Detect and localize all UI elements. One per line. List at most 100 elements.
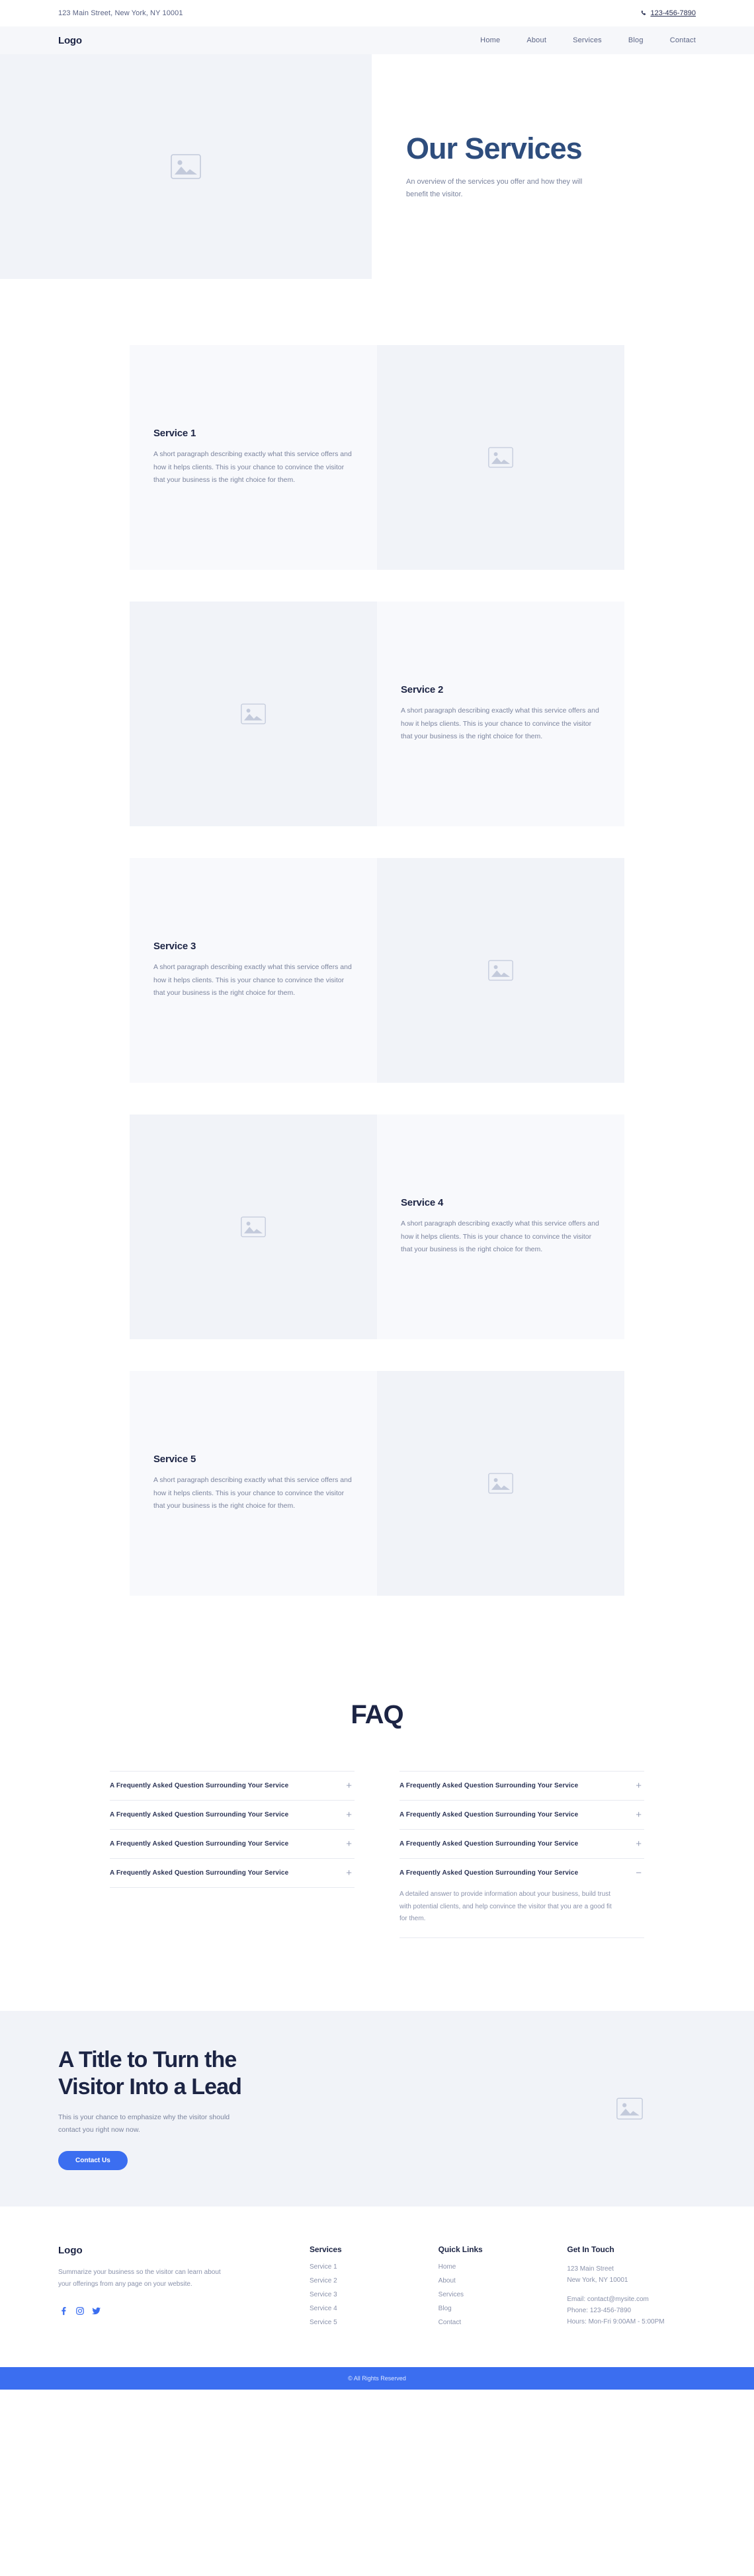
cta-heading: A Title to Turn the Visitor Into a Lead: [58, 2047, 564, 2101]
image-placeholder-icon: [488, 960, 513, 981]
service-row: Service 4 A short paragraph describing e…: [130, 1114, 624, 1339]
service-text-panel: Service 3 A short paragraph describing e…: [130, 858, 377, 1083]
footer-link-blog[interactable]: Blog: [439, 2305, 567, 2312]
footer-link-service-1[interactable]: Service 1: [310, 2263, 439, 2271]
service-title: Service 2: [401, 684, 444, 696]
hero-image: [0, 54, 372, 279]
hero-section: Our Services An overview of the services…: [0, 54, 754, 279]
faq-question-toggle[interactable]: A Frequently Asked Question Surrounding …: [110, 1801, 355, 1829]
footer-link-services[interactable]: Services: [439, 2291, 567, 2298]
footer-email[interactable]: Email: contact@mysite.com: [567, 2294, 696, 2305]
faq-question-toggle[interactable]: A Frequently Asked Question Surrounding …: [399, 1772, 644, 1800]
service-text-panel: Service 2 A short paragraph describing e…: [377, 602, 624, 826]
footer-social-links: [58, 2306, 310, 2316]
footer-link-service-5[interactable]: Service 5: [310, 2319, 439, 2326]
faq-question-text: A Frequently Asked Question Surrounding …: [399, 1840, 579, 1848]
faq-heading: FAQ: [351, 1700, 403, 1729]
service-text-panel: Service 4 A short paragraph describing e…: [377, 1114, 624, 1339]
service-row: Service 3 A short paragraph describing e…: [130, 858, 624, 1083]
footer-phone[interactable]: Phone: 123-456-7890: [567, 2305, 696, 2316]
faq-item: A Frequently Asked Question Surrounding …: [399, 1771, 644, 1801]
faq-item: A Frequently Asked Question Surrounding …: [110, 1859, 355, 1888]
service-row: Service 1 A short paragraph describing e…: [130, 345, 624, 570]
footer-logo: Logo: [58, 2244, 83, 2256]
service-image: [377, 345, 624, 570]
site-logo[interactable]: Logo: [58, 35, 82, 46]
footer-link-contact[interactable]: Contact: [439, 2319, 567, 2326]
cta-section: A Title to Turn the Visitor Into a Lead …: [0, 2010, 754, 2206]
service-title: Service 5: [153, 1454, 196, 1465]
service-description: A short paragraph describing exactly wha…: [153, 450, 352, 485]
footer-link-service-4[interactable]: Service 4: [310, 2305, 439, 2312]
footer-link-service-2[interactable]: Service 2: [310, 2277, 439, 2284]
faq-question-text: A Frequently Asked Question Surrounding …: [399, 1811, 579, 1818]
twitter-icon[interactable]: [91, 2306, 102, 2316]
cta-image: [564, 2097, 696, 2120]
image-placeholder-icon: [171, 154, 201, 179]
footer-hours: Hours: Mon-Fri 9:00AM - 5:00PM: [567, 2318, 665, 2325]
faq-item: A Frequently Asked Question Surrounding …: [399, 1801, 644, 1830]
faq-item: A Frequently Asked Question Surrounding …: [399, 1830, 644, 1859]
service-description: A short paragraph describing exactly wha…: [401, 707, 599, 741]
footer-link-service-3[interactable]: Service 3: [310, 2291, 439, 2298]
faq-answer-text: A detailed answer to provide information…: [399, 1891, 612, 1922]
instagram-icon[interactable]: [75, 2306, 85, 2316]
copyright-bar: © All Rights Reserved: [0, 2366, 754, 2390]
service-description: A short paragraph describing exactly wha…: [153, 963, 352, 997]
faq-question-toggle[interactable]: A Frequently Asked Question Surrounding …: [110, 1772, 355, 1800]
service-title: Service 1: [153, 428, 196, 440]
faq-question-toggle[interactable]: A Frequently Asked Question Surrounding …: [110, 1859, 355, 1887]
topbar-phone-link[interactable]: 123-456-7890: [640, 9, 696, 17]
nav-item-contact[interactable]: Contact: [670, 36, 696, 44]
faq-item: A Frequently Asked Question Surrounding …: [110, 1771, 355, 1801]
services-page: 123 Main Street, New York, NY 10001 123-…: [0, 0, 754, 2390]
faq-item: A Frequently Asked Question Surrounding …: [110, 1801, 355, 1830]
faq-question-text: A Frequently Asked Question Surrounding …: [110, 1840, 289, 1848]
footer-contact-column: Get In Touch 123 Main Street New York, N…: [567, 2245, 696, 2333]
faq-question-toggle[interactable]: A Frequently Asked Question Surrounding …: [399, 1859, 644, 1887]
faq-question-toggle[interactable]: A Frequently Asked Question Surrounding …: [110, 1830, 355, 1858]
cta-heading-line2: Visitor Into a Lead: [58, 2074, 242, 2100]
plus-icon: +: [636, 1780, 642, 1791]
facebook-icon[interactable]: [58, 2306, 69, 2316]
footer-contact-heading: Get In Touch: [567, 2244, 614, 2254]
faq-question-toggle[interactable]: A Frequently Asked Question Surrounding …: [399, 1830, 644, 1858]
topbar-phone-number: 123-456-7890: [650, 9, 696, 17]
footer-address-line-2: New York, NY 10001: [567, 2276, 628, 2284]
footer-quicklinks-heading: Quick Links: [438, 2244, 483, 2254]
service-text-panel: Service 1 A short paragraph describing e…: [130, 345, 377, 570]
service-image: [377, 1371, 624, 1596]
nav-item-home[interactable]: Home: [480, 36, 500, 44]
footer-link-home[interactable]: Home: [439, 2263, 567, 2271]
phone-icon: [640, 10, 647, 17]
cta-heading-line1: A Title to Turn the: [58, 2047, 237, 2073]
page-title: Our Services: [406, 131, 583, 165]
service-text-panel: Service 5 A short paragraph describing e…: [130, 1371, 377, 1596]
nav-item-about[interactable]: About: [526, 36, 546, 44]
service-row: Service 2 A short paragraph describing e…: [130, 602, 624, 826]
faq-item: A Frequently Asked Question Surrounding …: [110, 1830, 355, 1859]
plus-icon: +: [636, 1838, 642, 1850]
faq-question-text: A Frequently Asked Question Surrounding …: [399, 1869, 579, 1877]
image-placeholder-icon: [488, 1473, 513, 1494]
image-placeholder-icon: [241, 703, 266, 724]
nav-item-services[interactable]: Services: [573, 36, 602, 44]
faq-question-toggle[interactable]: A Frequently Asked Question Surrounding …: [399, 1801, 644, 1829]
faq-question-text: A Frequently Asked Question Surrounding …: [399, 1782, 579, 1789]
faq-column-right: A Frequently Asked Question Surrounding …: [399, 1771, 644, 1938]
hero-subtitle: An overview of the services you offer an…: [406, 177, 583, 198]
plus-icon: +: [346, 1780, 352, 1791]
contact-us-button[interactable]: Contact Us: [58, 2150, 128, 2170]
plus-icon: +: [346, 1838, 352, 1850]
hero-text-block: Our Services An overview of the services…: [372, 54, 754, 279]
nav-item-blog[interactable]: Blog: [628, 36, 644, 44]
footer-about-text: Summarize your business so the visitor c…: [58, 2268, 221, 2288]
faq-columns: A Frequently Asked Question Surrounding …: [110, 1771, 644, 1938]
footer-services-column: Services Service 1 Service 2 Service 3 S…: [310, 2245, 439, 2333]
service-title: Service 3: [153, 941, 196, 953]
faq-column-left: A Frequently Asked Question Surrounding …: [110, 1771, 355, 1938]
footer-link-about[interactable]: About: [439, 2277, 567, 2284]
plus-icon: +: [346, 1867, 352, 1879]
plus-icon: +: [636, 1809, 642, 1820]
faq-item-expanded: A Frequently Asked Question Surrounding …: [399, 1859, 644, 1938]
